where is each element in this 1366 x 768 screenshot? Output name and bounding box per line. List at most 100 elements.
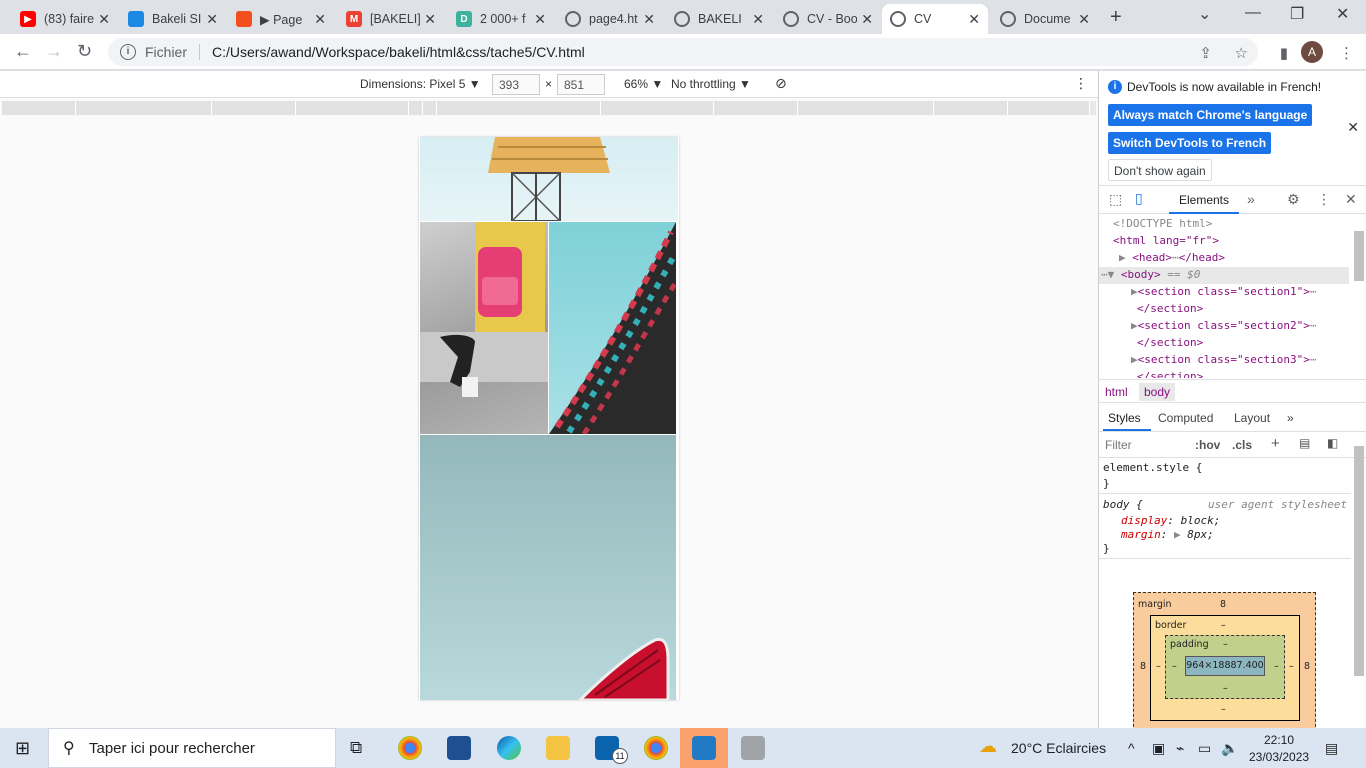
close-tab-icon[interactable]: ✕ <box>1078 11 1090 28</box>
clock-time[interactable]: 22:10 <box>1264 733 1294 747</box>
margin-left-value[interactable]: 8 <box>1140 661 1146 672</box>
share-icon[interactable]: ⇪ <box>1199 44 1212 62</box>
throttling-select[interactable]: No throttling ▼ <box>671 77 751 91</box>
dom-head-row[interactable]: ▶ <head>⋯</head> <box>1119 251 1225 264</box>
body-rule-selector[interactable]: body { <box>1103 498 1143 511</box>
browser-tab[interactable]: CV - Boo ✕ <box>775 4 881 34</box>
dom-body-row[interactable]: ⋯▼ <body> == $0 <box>1101 268 1200 281</box>
hov-button[interactable]: :hov <box>1195 438 1220 452</box>
device-icon[interactable]: ▣ <box>1152 740 1165 757</box>
windows-start-icon[interactable]: ⊞ <box>15 738 30 759</box>
padding-left-value[interactable]: – <box>1172 661 1177 672</box>
browser-tab-active[interactable]: CV ✕ <box>882 4 988 34</box>
close-tab-icon[interactable]: ✕ <box>643 11 655 28</box>
ellipsis-icon[interactable]: ⋯ <box>1310 285 1317 298</box>
expand-triangle-icon[interactable]: ▶ <box>1131 285 1138 298</box>
padding-bottom-value[interactable]: – <box>1223 683 1228 694</box>
breadcrumb-html[interactable]: html <box>1105 385 1128 399</box>
customize-icon[interactable]: ⋮ <box>1317 191 1331 208</box>
border-left-value[interactable]: – <box>1156 661 1161 672</box>
bookmark-star-icon[interactable]: ☆ <box>1235 44 1248 62</box>
close-tab-icon[interactable]: ✕ <box>206 11 218 28</box>
tab-styles[interactable]: Styles <box>1108 411 1141 425</box>
padding-right-value[interactable]: – <box>1274 661 1279 672</box>
chrome-profile-icon[interactable] <box>644 736 668 760</box>
dont-show-again-button[interactable]: Don't show again <box>1108 159 1212 181</box>
element-style-rule[interactable]: element.style { <box>1103 461 1202 474</box>
close-tab-icon[interactable]: ✕ <box>534 11 546 28</box>
new-tab-button[interactable]: + <box>1110 6 1122 29</box>
task-view-icon[interactable]: ⧉ <box>350 738 362 758</box>
close-icon[interactable]: ✕ <box>1347 119 1359 136</box>
filter-input[interactable]: Filter <box>1105 438 1132 452</box>
dom-scrollbar[interactable] <box>1354 231 1364 281</box>
address-bar[interactable]: i Fichier C:/Users/awand/Workspace/bakel… <box>108 38 1258 66</box>
battery-icon[interactable]: ▭ <box>1198 740 1211 757</box>
browser-tab[interactable]: Bakeli SI ✕ <box>120 4 226 34</box>
dom-section-row[interactable]: ▶<section class="section2">⋯ <box>1131 319 1316 332</box>
device-select[interactable]: Dimensions: Pixel 5 ▼ <box>360 77 481 91</box>
browser-tab[interactable]: M [BAKELI] ✕ <box>338 4 444 34</box>
more-options-icon[interactable]: ⋮ <box>1074 75 1088 92</box>
sidebar-toggle-icon[interactable]: ◧ <box>1327 436 1338 450</box>
ellipsis-icon[interactable]: ⋯ <box>1172 251 1179 264</box>
media-query-bar[interactable] <box>2 101 1096 115</box>
back-icon[interactable]: ← <box>14 41 32 62</box>
close-tab-icon[interactable]: ✕ <box>98 11 110 28</box>
weather-icon[interactable]: ☁ <box>979 736 997 757</box>
rotate-icon[interactable]: ⊘ <box>775 75 787 92</box>
breadcrumb-body[interactable]: body <box>1139 383 1176 401</box>
close-window-button[interactable]: ✕ <box>1336 4 1349 24</box>
collapse-triangle-icon[interactable]: ▼ <box>1108 268 1115 281</box>
close-devtools-icon[interactable]: ✕ <box>1345 191 1357 208</box>
notification-icon[interactable]: ▤ <box>1325 740 1338 757</box>
network-icon[interactable]: ⌁ <box>1176 740 1184 757</box>
browser-tab[interactable]: BAKELI ✕ <box>666 4 772 34</box>
ellipsis-icon[interactable]: ⋯ <box>1310 353 1317 366</box>
clock-date[interactable]: 23/03/2023 <box>1249 750 1309 764</box>
more-tabs-icon[interactable]: » <box>1287 411 1294 425</box>
margin-right-value[interactable]: 8 <box>1304 661 1310 672</box>
style-declaration[interactable]: margin: ▶ 8px; <box>1121 528 1214 541</box>
paint-icon[interactable]: ▤ <box>1299 436 1310 450</box>
expand-triangle-icon[interactable]: ▶ <box>1131 353 1138 366</box>
vscode-icon[interactable] <box>692 736 716 760</box>
box-model-content[interactable]: 964×18887.400 <box>1185 656 1265 676</box>
zoom-select[interactable]: 66% ▼ <box>624 77 663 91</box>
browser-tab[interactable]: Docume ✕ <box>992 4 1098 34</box>
dom-doctype[interactable]: <!DOCTYPE html> <box>1113 217 1212 230</box>
padding-top-value[interactable]: – <box>1223 639 1228 650</box>
photos-icon[interactable] <box>741 736 765 760</box>
browser-tab[interactable]: ▶ (83) faire ✕ <box>12 4 118 34</box>
dom-section-row[interactable]: ▶<section class="section1">⋯ <box>1131 285 1316 298</box>
browser-tab[interactable]: ▶ Page ✕ <box>228 4 334 34</box>
style-declaration[interactable]: display: block; <box>1121 514 1220 527</box>
switch-to-french-button[interactable]: Switch DevTools to French <box>1108 132 1272 154</box>
styles-scrollbar[interactable] <box>1354 446 1364 676</box>
side-panel-icon[interactable]: ▮ <box>1280 44 1288 62</box>
tab-search-icon[interactable]: ⌄ <box>1198 4 1211 24</box>
info-icon[interactable]: i <box>120 44 136 60</box>
more-tabs-icon[interactable]: » <box>1247 191 1255 207</box>
border-right-value[interactable]: – <box>1289 661 1294 672</box>
add-rule-icon[interactable]: + <box>1271 435 1280 452</box>
close-tab-icon[interactable]: ✕ <box>752 11 764 28</box>
cls-button[interactable]: .cls <box>1232 438 1252 452</box>
border-top-value[interactable]: – <box>1221 620 1226 631</box>
always-match-language-button[interactable]: Always match Chrome's language <box>1108 104 1313 126</box>
expand-triangle-icon[interactable]: ▶ <box>1119 251 1126 264</box>
taskbar-search[interactable]: ⚲ Taper ici pour rechercher <box>48 728 336 768</box>
tab-computed[interactable]: Computed <box>1158 411 1213 425</box>
close-tab-icon[interactable]: ✕ <box>861 11 873 28</box>
close-tab-icon[interactable]: ✕ <box>314 11 326 28</box>
minimize-button[interactable]: — <box>1245 4 1261 22</box>
margin-top-value[interactable]: 8 <box>1220 599 1226 610</box>
restore-button[interactable]: ❐ <box>1290 4 1304 24</box>
tab-layout[interactable]: Layout <box>1234 411 1270 425</box>
inspect-icon[interactable]: ⬚ <box>1109 191 1122 208</box>
height-input[interactable]: 851 <box>557 74 605 95</box>
ellipsis-icon[interactable]: ⋯ <box>1310 319 1317 332</box>
avatar[interactable]: A <box>1301 41 1323 63</box>
browser-tab[interactable]: page4.ht ✕ <box>557 4 663 34</box>
weather-text[interactable]: 20°C Eclaircies <box>1011 740 1106 756</box>
